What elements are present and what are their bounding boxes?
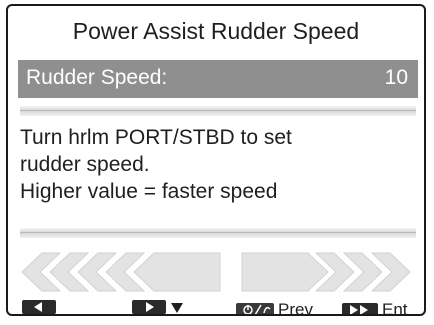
port-chevrons-icon <box>21 252 221 292</box>
down-triangle-icon <box>171 303 183 313</box>
right-down-softkey[interactable] <box>132 300 184 314</box>
instruction-line: Turn hrlm PORT/STBD to set <box>20 126 292 149</box>
prev-label: Prev <box>278 300 313 316</box>
display-screen: Power Assist Rudder Speed Rudder Speed: … <box>6 4 426 316</box>
left-arrow-key-icon <box>22 300 56 314</box>
port-stbd-indicator <box>20 251 414 293</box>
top-divider <box>20 106 416 116</box>
rudder-speed-setting[interactable]: Rudder Speed: 10 <box>18 60 418 98</box>
left-softkey[interactable] <box>22 300 56 314</box>
softkey-bar: Prev Ent <box>16 300 418 316</box>
instruction-message: Turn hrlm PORT/STBD to set rudder speed.… <box>20 124 416 205</box>
instruction-line: rudder speed. <box>20 153 150 176</box>
double-right-arrow-key-icon <box>342 303 378 314</box>
instruction-line: Higher value = faster speed <box>20 180 278 203</box>
ent-softkey[interactable]: Ent <box>342 300 408 316</box>
bottom-divider <box>20 228 416 238</box>
setting-value: 10 <box>384 66 408 89</box>
page-title: Power Assist Rudder Speed <box>72 18 360 44</box>
setting-label: Rudder Speed: <box>26 66 168 89</box>
right-arrow-key-icon <box>132 300 166 314</box>
stbd-chevrons-icon <box>241 252 411 292</box>
prev-softkey[interactable]: Prev <box>236 300 313 316</box>
power-key-icon <box>236 303 274 314</box>
ent-label: Ent <box>382 300 408 316</box>
